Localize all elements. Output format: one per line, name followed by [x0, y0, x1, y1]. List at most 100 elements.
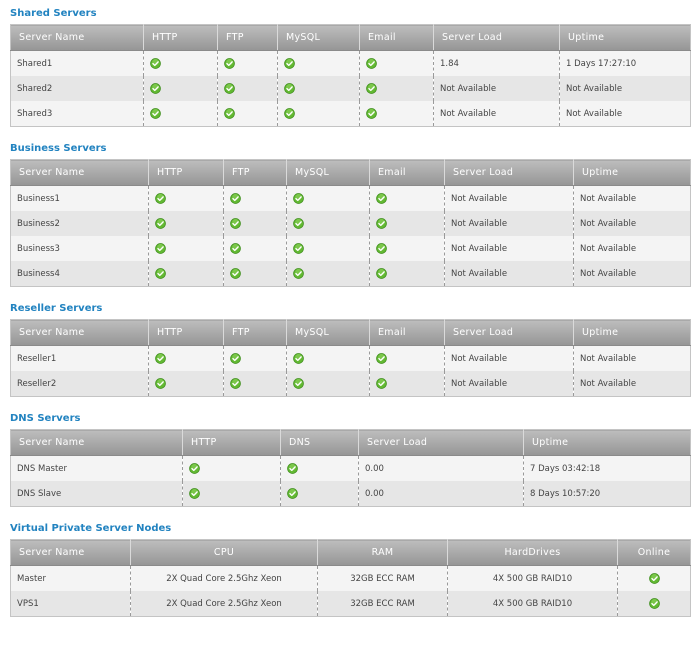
col-header-uptime: Uptime [559, 24, 691, 51]
server-name: Reseller1 [10, 345, 149, 371]
server-load: Not Available [444, 185, 574, 211]
uptime: Not Available [559, 101, 691, 127]
col-header-email: Email [369, 319, 445, 346]
email-status [369, 185, 445, 211]
col-header-online: Online [617, 539, 691, 566]
cpu: 2X Quad Core 2.5Ghz Xeon [130, 591, 318, 617]
check-circle-icon [376, 353, 387, 364]
ftp-status [217, 101, 278, 127]
ram: 32GB ECC RAM [317, 565, 448, 591]
check-circle-icon [376, 268, 387, 279]
server-load: Not Available [444, 345, 574, 371]
http-status [143, 76, 218, 101]
server-load: Not Available [433, 101, 560, 127]
table-row: Business3 Not Available Not Available [10, 236, 691, 261]
server-name: DNS Master [10, 455, 183, 481]
mysql-status [286, 236, 370, 261]
col-header-server-name: Server Name [10, 429, 183, 456]
ftp-status [223, 185, 287, 211]
col-header-server-load: Server Load [433, 24, 560, 51]
ftp-status [217, 76, 278, 101]
col-header-server-load: Server Load [358, 429, 524, 456]
col-header-server-name: Server Name [10, 539, 131, 566]
check-circle-icon [293, 268, 304, 279]
uptime: 8 Days 10:57:20 [523, 481, 691, 507]
check-circle-icon [224, 83, 235, 94]
check-circle-icon [649, 573, 660, 584]
uptime: 1 Days 17:27:10 [559, 50, 691, 76]
email-status [369, 345, 445, 371]
http-status [148, 211, 224, 236]
ftp-status [223, 211, 287, 236]
check-circle-icon [284, 58, 295, 69]
server-name: Shared3 [10, 101, 144, 127]
ftp-status [223, 371, 287, 397]
vps-nodes-table: Server Name CPU RAM HardDrives Online Ma… [10, 539, 691, 617]
email-status [369, 211, 445, 236]
col-header-http: HTTP [182, 429, 281, 456]
check-circle-icon [155, 353, 166, 364]
check-circle-icon [230, 378, 241, 389]
col-header-server-load: Server Load [444, 159, 574, 186]
server-load: Not Available [444, 371, 574, 397]
check-circle-icon [649, 598, 660, 609]
harddrives: 4X 500 GB RAID10 [447, 565, 618, 591]
ftp-status [217, 50, 278, 76]
dns-servers-table: Server Name HTTP DNS Server Load Uptime … [10, 429, 691, 507]
col-header-mysql: MySQL [286, 319, 370, 346]
server-name: Business3 [10, 236, 149, 261]
col-header-uptime: Uptime [573, 159, 691, 186]
http-status [182, 455, 281, 481]
check-circle-icon [230, 193, 241, 204]
server-name: Shared2 [10, 76, 144, 101]
server-name: Shared1 [10, 50, 144, 76]
table-row: Shared3 Not Available Not Available [10, 101, 691, 127]
ftp-status [223, 236, 287, 261]
col-header-dns: DNS [280, 429, 359, 456]
server-name: DNS Slave [10, 481, 183, 507]
check-circle-icon [366, 108, 377, 119]
table-row: Shared2 Not Available Not Available [10, 76, 691, 101]
uptime: Not Available [573, 185, 691, 211]
check-circle-icon [284, 83, 295, 94]
table-row: Master 2X Quad Core 2.5Ghz Xeon 32GB ECC… [10, 565, 691, 591]
col-header-ram: RAM [317, 539, 448, 566]
check-circle-icon [376, 243, 387, 254]
check-circle-icon [376, 218, 387, 229]
check-circle-icon [376, 378, 387, 389]
http-status [143, 101, 218, 127]
check-circle-icon [376, 193, 387, 204]
col-header-harddrives: HardDrives [447, 539, 618, 566]
col-header-cpu: CPU [130, 539, 318, 566]
check-circle-icon [230, 218, 241, 229]
check-circle-icon [189, 463, 200, 474]
reseller-servers-table: Server Name HTTP FTP MySQL Email Server … [10, 319, 691, 397]
table-row: Business1 Not Available Not Available [10, 185, 691, 211]
check-circle-icon [287, 488, 298, 499]
email-status [359, 76, 434, 101]
mysql-status [286, 371, 370, 397]
col-header-email: Email [359, 24, 434, 51]
http-status [148, 236, 224, 261]
harddrives: 4X 500 GB RAID10 [447, 591, 618, 617]
check-circle-icon [366, 58, 377, 69]
check-circle-icon [150, 108, 161, 119]
mysql-status [277, 101, 360, 127]
ram: 32GB ECC RAM [317, 591, 448, 617]
table-row: VPS1 2X Quad Core 2.5Ghz Xeon 32GB ECC R… [10, 591, 691, 617]
check-circle-icon [155, 268, 166, 279]
table-row: DNS Master 0.00 7 Days 03:42:18 [10, 455, 691, 481]
business-servers-table: Server Name HTTP FTP MySQL Email Server … [10, 159, 691, 287]
vps-nodes-title: Virtual Private Server Nodes [10, 523, 172, 534]
col-header-email: Email [369, 159, 445, 186]
check-circle-icon [293, 193, 304, 204]
dns-status [280, 455, 359, 481]
check-circle-icon [284, 108, 295, 119]
dns-status [280, 481, 359, 507]
server-load: Not Available [433, 76, 560, 101]
check-circle-icon [150, 83, 161, 94]
server-load: Not Available [444, 211, 574, 236]
business-servers-title: Business Servers [10, 143, 107, 154]
server-name: VPS1 [10, 591, 131, 617]
http-status [182, 481, 281, 507]
